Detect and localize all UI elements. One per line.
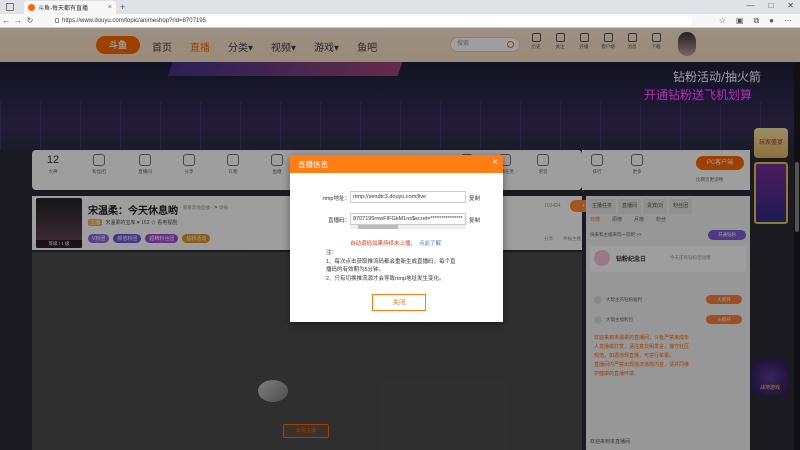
dialog-title: 直播信息 — [298, 160, 328, 169]
close-icon[interactable]: × — [492, 157, 498, 168]
rtmp-field[interactable]: rtmp://sendtc3.douyu.com/live — [350, 191, 466, 203]
warning-text: 自动调码如果持续未上播， 点此了解 — [350, 239, 441, 247]
key-field-scrollbar[interactable] — [350, 225, 466, 229]
dialog-header: 直播信息 × — [290, 155, 503, 173]
browser-toolbar: ☆ ▣ ⧉ ● ⋯ — [719, 16, 792, 26]
new-tab-button[interactable]: + — [120, 2, 125, 12]
douyu-favicon-icon — [28, 4, 35, 11]
learn-more-link[interactable]: 点此了解 — [419, 241, 441, 247]
copy-rtmp-button[interactable]: 复制 — [469, 194, 480, 202]
note-line: 播码的有效期为5分钟。 — [326, 267, 385, 273]
more-icon[interactable]: ⋯ — [784, 16, 792, 26]
extensions-icon[interactable]: ⧉ — [753, 16, 759, 26]
collections-icon[interactable]: ▣ — [736, 16, 744, 26]
key-row: 直播码： 8707195rnwFIFGkM1ns$ecret=*********… — [290, 213, 503, 229]
url-text: https://www.douyu.com/topic/animeshop?ri… — [62, 18, 206, 24]
rtmp-label: rtmp地址： — [322, 196, 350, 202]
notes: 注： 1、每次点击获取推流码都会重新生成直播码，每个直 播码的有效期为5分钟。 … — [326, 249, 456, 283]
address-bar-row: ← → ↻ https://www.douyu.com/topic/animes… — [0, 14, 800, 28]
warning-message: 自动调码如果持续未上播， — [350, 241, 417, 247]
window-menu-icon[interactable] — [6, 3, 14, 11]
window-controls: — □ ✕ — [746, 1, 794, 10]
star-icon[interactable]: ☆ — [719, 16, 726, 26]
note-line: 注： — [326, 250, 338, 256]
stream-info-dialog: 直播信息 × rtmp地址： rtmp://sendtc3.douyu.com/… — [290, 155, 503, 322]
note-line: 2、只有切换推流源才会导致rtmp地址发生变化。 — [326, 275, 445, 282]
maximize-button[interactable]: □ — [768, 1, 773, 10]
rtmp-row: rtmp地址： rtmp://sendtc3.douyu.com/live 复制 — [290, 191, 503, 205]
note-line: 1、每次点击获取推流码都会重新生成直播码，每个直 — [326, 258, 456, 265]
key-label: 直播码： — [327, 218, 350, 224]
forward-button[interactable]: → — [12, 16, 24, 25]
tab-title: 斗鱼-每天都有直播 — [38, 6, 88, 12]
reload-button[interactable]: ↻ — [24, 16, 36, 25]
browser-tab[interactable]: 斗鱼-每天都有直播 × — [24, 1, 116, 14]
profile-icon[interactable]: ● — [769, 16, 774, 26]
scrollbar-thumb[interactable] — [358, 225, 398, 229]
lock-icon — [55, 18, 59, 23]
stream-key-field[interactable]: 8707195rnwFIFGkM1ns$ecret=**************… — [350, 213, 466, 225]
back-button[interactable]: ← — [0, 16, 12, 25]
url-field[interactable]: https://www.douyu.com/topic/animeshop?ri… — [52, 16, 692, 26]
minimize-button[interactable]: — — [746, 1, 754, 10]
close-window-button[interactable]: ✕ — [787, 1, 794, 10]
copy-key-button[interactable]: 复制 — [469, 216, 480, 224]
tab-close-icon[interactable]: × — [108, 4, 112, 11]
browser-tab-bar: 斗鱼-每天都有直播 × + — □ ✕ — [0, 0, 800, 14]
close-button[interactable]: 关闭 — [372, 294, 426, 311]
